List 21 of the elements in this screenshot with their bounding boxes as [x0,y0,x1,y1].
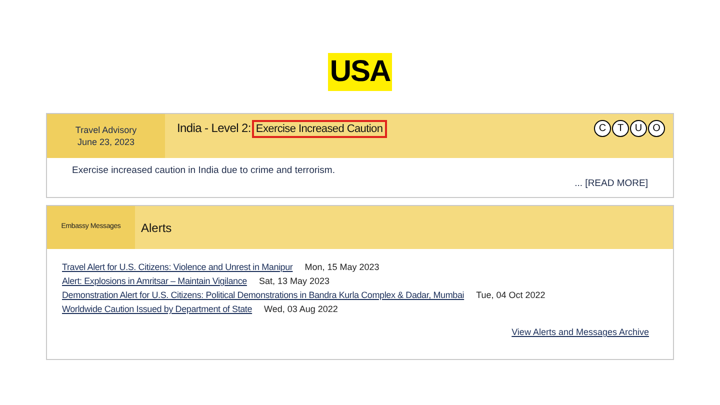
advisory-level: Exercise Increased Caution [252,120,387,138]
indicator-badge[interactable]: U [630,120,647,137]
alert-link[interactable]: Worldwide Caution Issued by Department of State [62,303,252,315]
advisory-date: June 23, 2023 [77,136,135,148]
alert-date: Sat, 13 May 2023 [258,275,330,287]
archive-link[interactable]: View Alerts and Messages Archive [512,326,649,338]
advisory-title: India - Level 2: [177,120,251,136]
advisory-label: Travel Advisory [75,124,137,136]
messages-title: Alerts [141,220,172,236]
alert-date: Wed, 03 Aug 2022 [264,303,338,315]
advisory-summary: Exercise increased caution in India due to crime and terrorism. [72,164,336,177]
alert-link[interactable]: Travel Alert for U.S. Citizens: Violence and Unrest in Manipur [62,261,293,273]
alert-link[interactable]: Demonstration Alert for U.S. Citizens: Political Demonstrations in Bandra Kurla Complex & Dadar, Mumbai [62,289,464,301]
alert-date: Tue, 04 Oct 2022 [476,289,546,301]
logo: USA [328,53,392,91]
indicator-badge[interactable]: O [648,120,665,137]
alert-date: Mon, 15 May 2023 [304,261,380,273]
read-more-link[interactable]: ... [READ MORE] [574,177,648,190]
indicator-badge[interactable]: C [594,120,611,137]
alert-link[interactable]: Alert: Explosions in Amritsar – Maintain Vigilance [62,275,247,287]
indicator-badge[interactable]: T [612,120,629,137]
